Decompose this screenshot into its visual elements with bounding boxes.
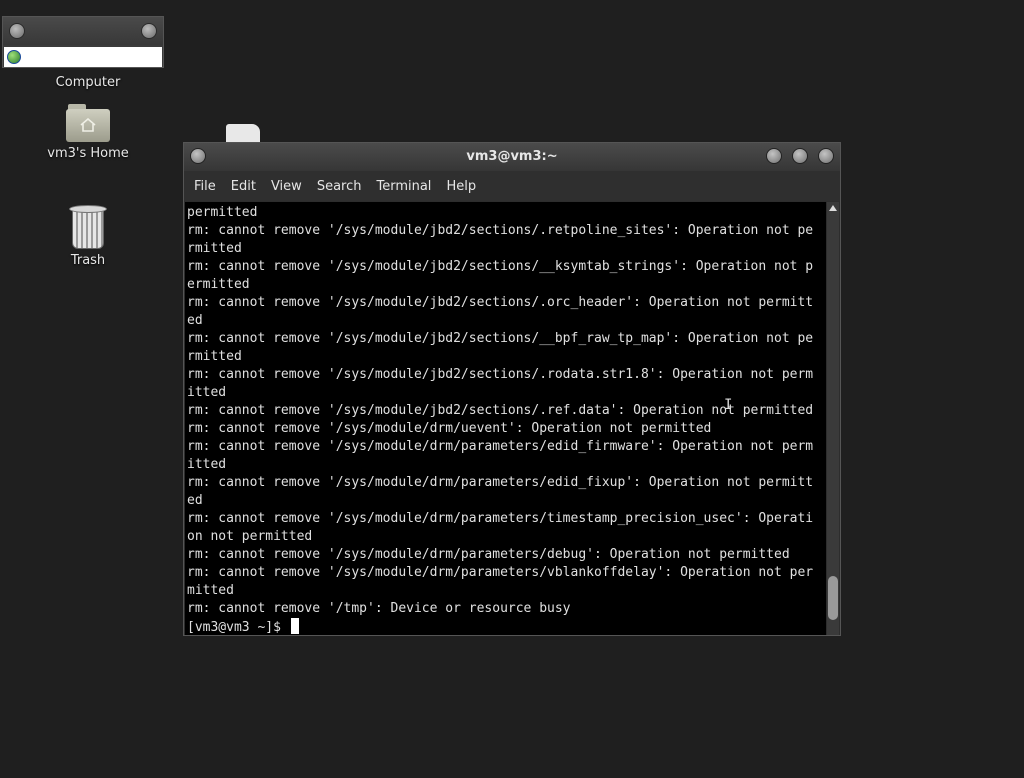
terminal-line: ed xyxy=(187,313,203,328)
window-button-icon[interactable] xyxy=(9,23,25,39)
shell-prompt: [vm3@vm3 ~]$ xyxy=(187,620,289,635)
terminal-line: rm: cannot remove '/sys/module/drm/param… xyxy=(187,439,814,454)
terminal-line: rm: cannot remove '/sys/module/jbd2/sect… xyxy=(187,367,814,382)
scrollbar-thumb[interactable] xyxy=(828,576,838,620)
close-icon[interactable] xyxy=(818,148,834,164)
terminal-line: rm: cannot remove '/sys/module/drm/param… xyxy=(187,565,814,580)
prompt-line[interactable]: [vm3@vm3 ~]$ xyxy=(187,618,826,635)
menu-search[interactable]: Search xyxy=(311,179,371,194)
desktop-icon-home[interactable]: vm3's Home xyxy=(33,104,143,161)
window-button-icon[interactable] xyxy=(141,23,157,39)
document-icon[interactable] xyxy=(226,124,260,144)
terminal-line: rm: cannot remove '/sys/module/drm/param… xyxy=(187,511,814,526)
desktop-icon-label: Trash xyxy=(70,253,106,268)
terminal-menubar: File Edit View Search Terminal Help xyxy=(184,171,840,201)
mini-window-titlebar[interactable] xyxy=(3,17,163,45)
terminal-titlebar[interactable]: vm3@vm3:~ xyxy=(184,143,840,171)
terminal-line: rm: cannot remove '/sys/module/jbd2/sect… xyxy=(187,331,814,346)
terminal-line: rmitted xyxy=(187,241,242,256)
terminal-line: ed xyxy=(187,493,203,508)
terminal-line: mitted xyxy=(187,583,234,598)
desktop-icon-label: vm3's Home xyxy=(47,146,129,161)
terminal-line: itted xyxy=(187,457,227,472)
window-menu-icon[interactable] xyxy=(190,148,206,164)
terminal-text: permitted rm: cannot remove '/sys/module… xyxy=(185,202,826,635)
terminal-line: rm: cannot remove '/tmp': Device or reso… xyxy=(187,601,571,616)
terminal-line: ermitted xyxy=(187,277,250,292)
terminal-title: vm3@vm3:~ xyxy=(466,149,558,164)
scroll-up-icon[interactable] xyxy=(829,205,837,211)
terminal-line: rm: cannot remove '/sys/module/jbd2/sect… xyxy=(187,295,814,310)
minimize-icon[interactable] xyxy=(766,148,782,164)
desktop-icon-computer[interactable]: Computer xyxy=(33,71,143,90)
terminal-line: rmitted xyxy=(187,349,242,364)
terminal-line: rm: cannot remove '/sys/module/jbd2/sect… xyxy=(187,223,814,238)
menu-view[interactable]: View xyxy=(265,179,311,194)
terminal-scrollbar[interactable] xyxy=(827,202,839,635)
menu-terminal[interactable]: Terminal xyxy=(370,179,440,194)
terminal-line: rm: cannot remove '/sys/module/drm/param… xyxy=(187,547,790,562)
terminal-line: rm: cannot remove '/sys/module/drm/param… xyxy=(187,475,814,490)
terminal-output[interactable]: permitted rm: cannot remove '/sys/module… xyxy=(185,202,826,635)
menu-help[interactable]: Help xyxy=(440,179,485,194)
terminal-line: on not permitted xyxy=(187,529,313,544)
maximize-icon[interactable] xyxy=(792,148,808,164)
address-bar[interactable] xyxy=(4,47,162,67)
globe-icon xyxy=(7,50,21,64)
desktop-icon-label: Computer xyxy=(55,75,121,90)
ibeam-cursor-icon: I xyxy=(724,397,733,413)
minimized-browser-window[interactable] xyxy=(2,16,164,68)
terminal-line: permitted xyxy=(187,205,258,220)
menu-edit[interactable]: Edit xyxy=(225,179,265,194)
house-icon xyxy=(80,118,96,132)
home-folder-icon xyxy=(66,104,110,142)
menu-file[interactable]: File xyxy=(188,179,225,194)
desktop-icon-trash[interactable]: Trash xyxy=(33,205,143,268)
terminal-window[interactable]: vm3@vm3:~ File Edit View Search Terminal… xyxy=(183,142,841,636)
terminal-line: rm: cannot remove '/sys/module/jbd2/sect… xyxy=(187,259,814,274)
terminal-line: rm: cannot remove '/sys/module/drm/ueven… xyxy=(187,421,712,436)
text-cursor xyxy=(290,618,299,634)
trash-icon xyxy=(69,205,107,249)
